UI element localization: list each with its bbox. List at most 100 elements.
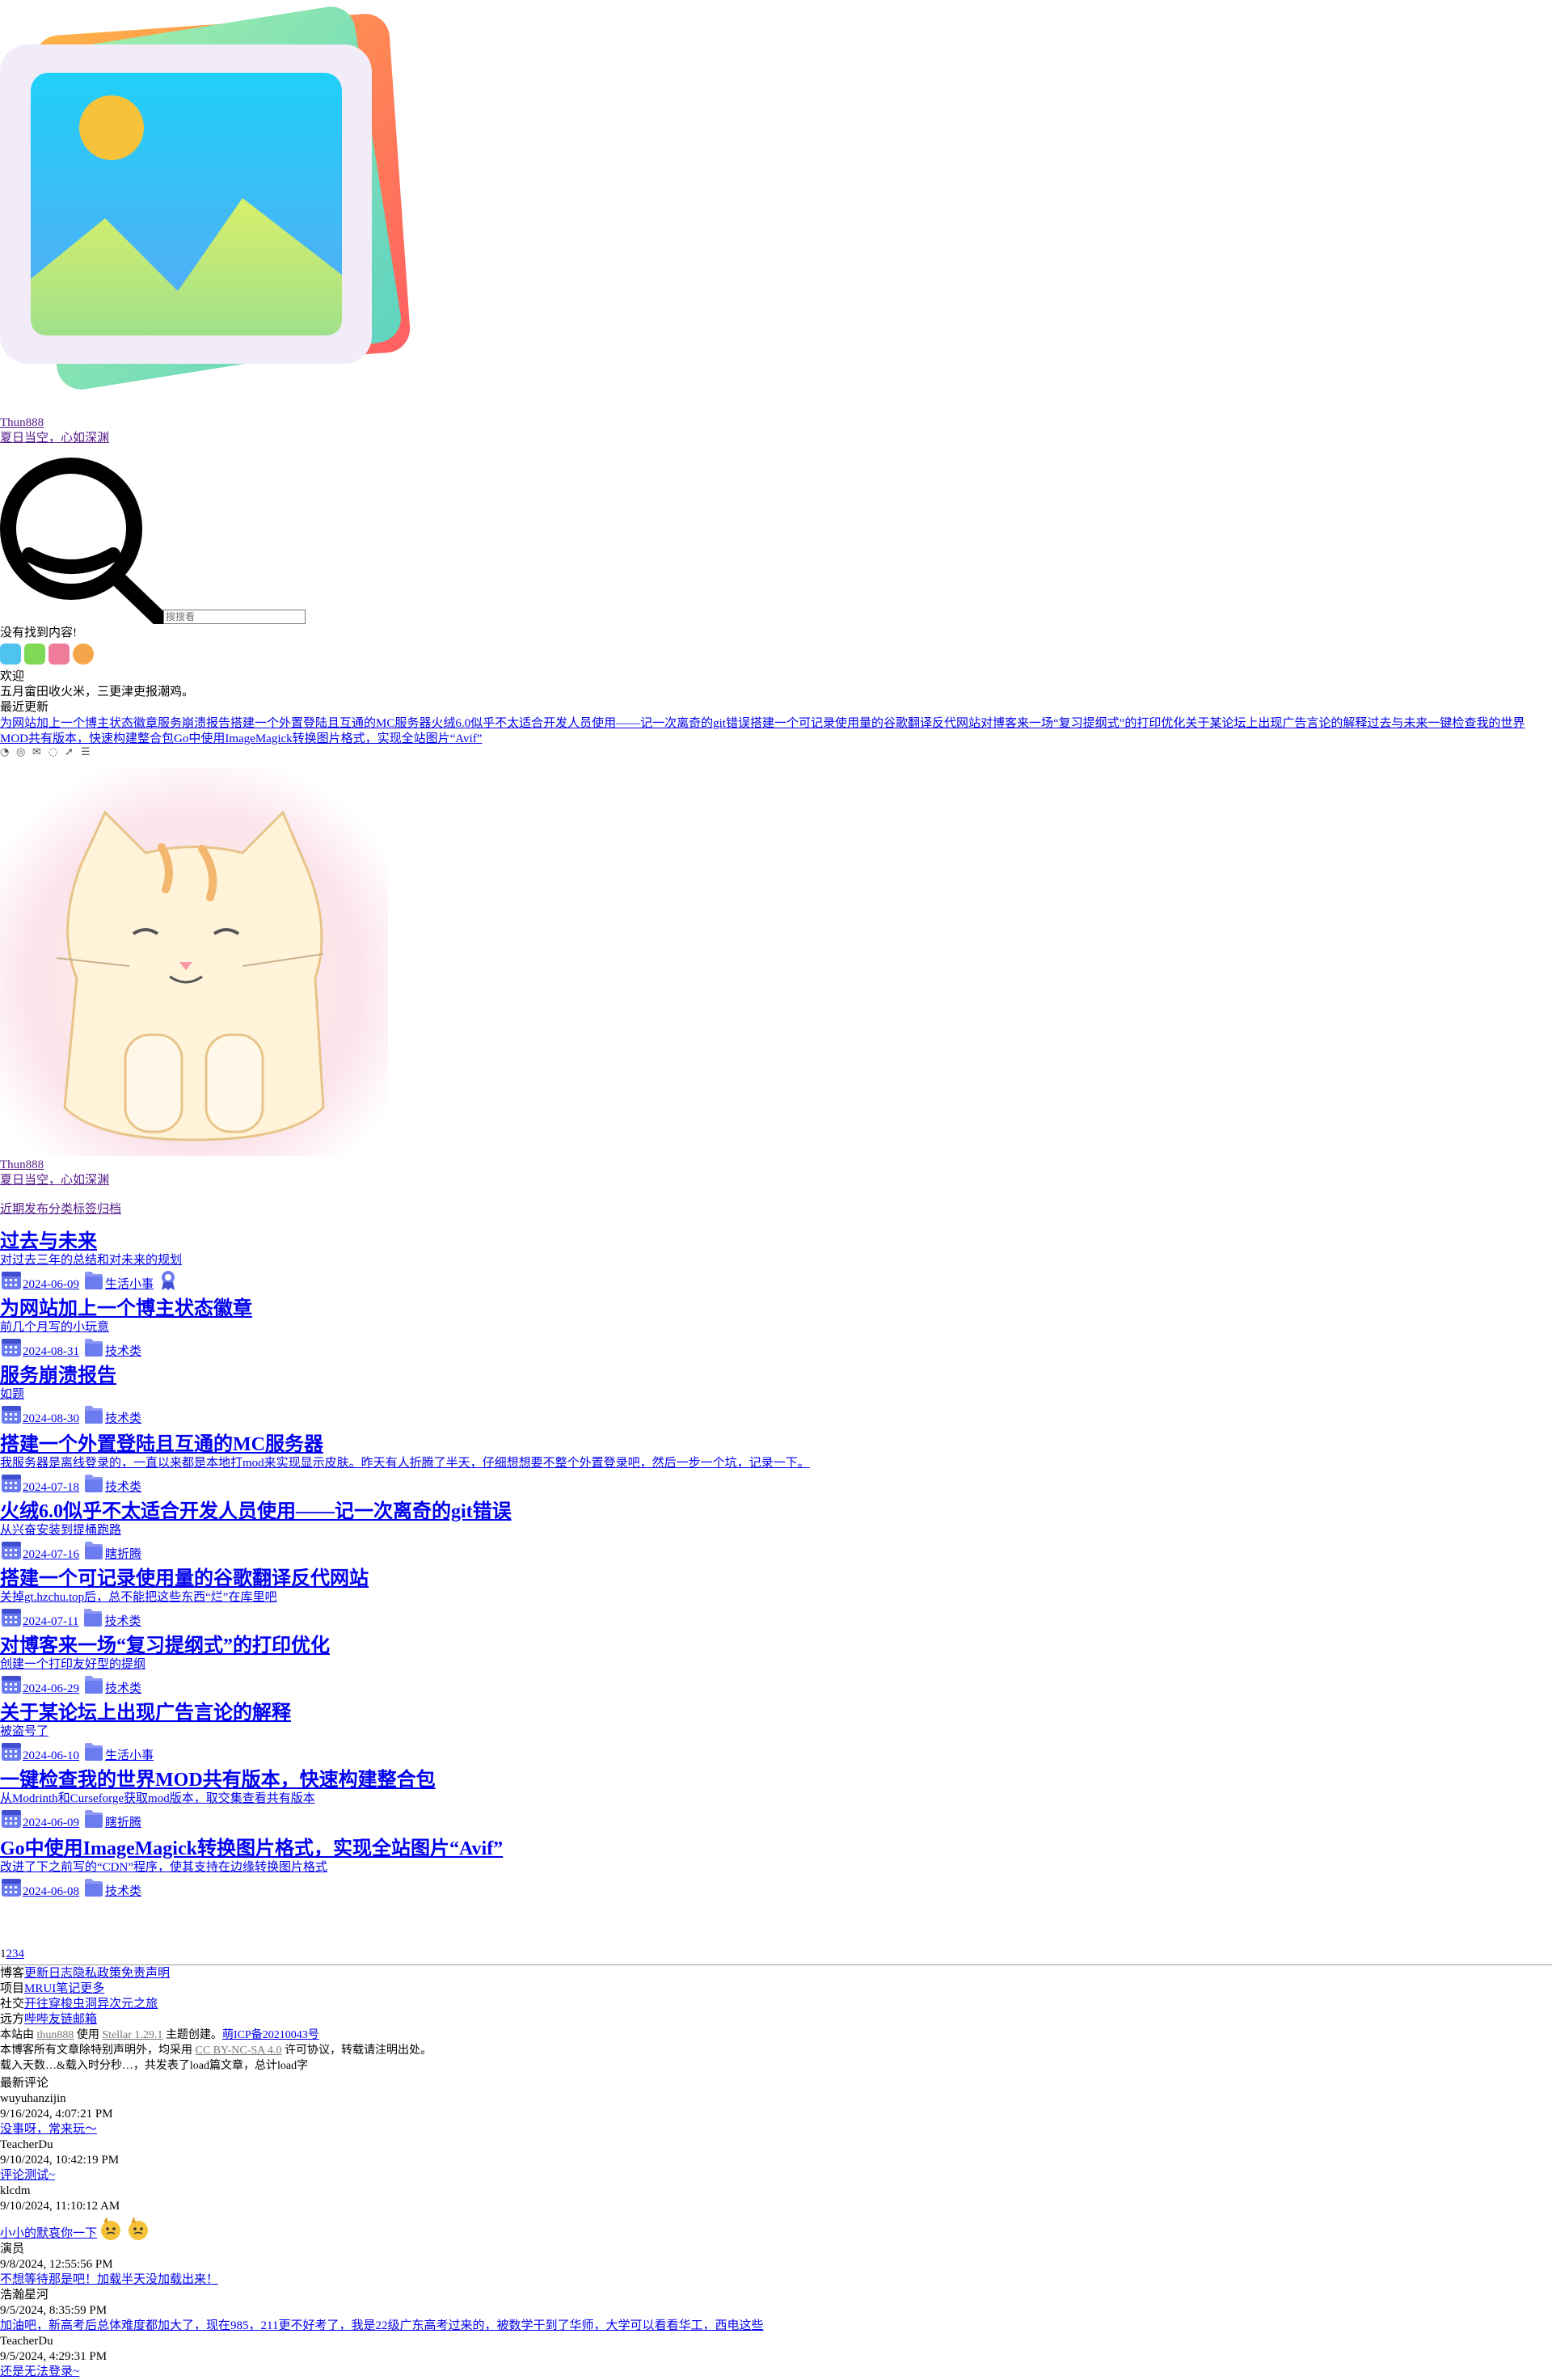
author-link[interactable]: thun888 (37, 2029, 74, 2041)
tab-categories[interactable]: 分类 (48, 1203, 73, 1216)
post-description[interactable]: 创建一个打印友好型的提纲 (0, 1657, 1552, 1673)
footer-link[interactable]: 穿梭 (48, 1998, 73, 2011)
footer-link[interactable]: 哔哔 (24, 2013, 48, 2026)
footer-link[interactable]: 异次元之旅 (97, 1998, 158, 2011)
comment-text[interactable]: 没事呀，常来玩～ (0, 2123, 97, 2136)
page-number[interactable]: 2 (6, 1947, 13, 1960)
post-description[interactable]: 如题 (0, 1387, 1552, 1403)
tab-archive[interactable]: 归档 (97, 1203, 121, 1216)
footer-link[interactable]: 邮箱 (73, 2013, 97, 2026)
post-category[interactable]: 瞎折腾 (105, 1548, 141, 1561)
post-card[interactable]: Go中使用ImageMagick转换图片格式，实现全站图片“Avif” 改进了下之… (0, 1838, 1552, 1898)
recent-update-link[interactable]: 对博客来一场“复习提纲式”的打印优化 (981, 717, 1185, 730)
post-card[interactable]: 一键检查我的世界MOD共有版本，快速构建整合包 从Modrinth和Cursefo… (0, 1769, 1552, 1829)
post-description[interactable]: 关掉gt.hzchu.top后，总不能把这些东西“烂”在库里吧 (0, 1590, 1552, 1606)
post-date[interactable]: 2024-06-09 (23, 1278, 79, 1291)
rss-icon[interactable]: ◔ (0, 747, 11, 758)
post-date[interactable]: 2024-08-30 (23, 1412, 79, 1425)
post-card[interactable]: 为网站加上一个博主状态徽章 前几个月写的小玩意 2024-08-31 技术类 (0, 1298, 1552, 1358)
footer-link[interactable]: 更新日志 (24, 1967, 73, 1980)
recent-update-link[interactable]: 服务崩溃报告 (158, 717, 230, 730)
page-number[interactable]: 1 (0, 1947, 6, 1960)
post-date[interactable]: 2024-07-11 (23, 1615, 78, 1628)
theme-link[interactable]: Stellar 1.29.1 (102, 2029, 162, 2041)
license-link[interactable]: CC BY-NC-SA 4.0 (196, 2045, 282, 2057)
post-title-link[interactable]: 对博客来一场“复习提纲式”的打印优化 (0, 1635, 330, 1656)
github-icon[interactable]: ◎ (16, 747, 27, 758)
post-description[interactable]: 从Modrinth和Curseforge获取mod版本，取交集查看共有版本 (0, 1791, 1552, 1807)
search-input[interactable] (163, 610, 306, 624)
post-description[interactable]: 前几个月写的小玩意 (0, 1320, 1552, 1336)
post-category[interactable]: 技术类 (105, 1885, 141, 1898)
page-number[interactable]: 4 (19, 1947, 25, 1960)
recent-update-link[interactable]: 关于某论坛上出现广告言论的解释 (1185, 717, 1367, 730)
main-site-title-link[interactable]: Thun888 (0, 1158, 109, 1173)
comment-text[interactable]: 小小的默哀你一下 (0, 2227, 97, 2240)
footer-link[interactable]: 笔记 (56, 1982, 80, 1995)
comment-text[interactable]: 加油吧，新高考后总体难度都加大了，现在985，211更不好考了，我是22级广东高… (0, 2319, 763, 2332)
notes-nav-icon[interactable] (24, 644, 45, 665)
recent-update-link[interactable]: 过去与未来 (1367, 717, 1428, 730)
footer-link[interactable]: 免责声明 (121, 1967, 170, 1980)
icp-link[interactable]: 萌ICP备20210043号 (222, 2029, 319, 2041)
post-date[interactable]: 2024-07-18 (23, 1481, 79, 1494)
search-icon[interactable] (0, 458, 163, 624)
post-category[interactable]: 技术类 (105, 1345, 141, 1358)
post-title-link[interactable]: 搭建一个外置登陆且互通的MC服务器 (0, 1434, 323, 1455)
tab-recent[interactable]: 近期发布 (0, 1203, 48, 1216)
post-description[interactable]: 改进了下之前写的“CDN”程序，使其支持在边缘转换图片格式 (0, 1860, 1552, 1876)
post-title-link[interactable]: 关于某论坛上出现广告言论的解释 (0, 1703, 291, 1724)
post-title-link[interactable]: Go中使用ImageMagick转换图片格式，实现全站图片“Avif” (0, 1838, 503, 1859)
list-icon[interactable]: ☰ (81, 747, 92, 758)
blog-nav-icon[interactable] (0, 644, 21, 665)
comment-text[interactable]: 还是无法登录~ (0, 2365, 79, 2378)
post-card[interactable]: 搭建一个外置登陆且互通的MC服务器 我服务器是离线登录的，一直以来都是本地打mod… (0, 1433, 1552, 1494)
post-title-link[interactable]: 火绒6.0似乎不太适合开发人员使用——记一次离奇的git错误 (0, 1501, 512, 1522)
post-category[interactable]: 技术类 (105, 1682, 141, 1695)
recent-update-link[interactable]: Go中使用ImageMagick转换图片格式，实现全站图片“Avif” (174, 732, 482, 745)
post-description[interactable]: 从兴奋安装到提桶跑路 (0, 1523, 1552, 1538)
planet-nav-icon[interactable] (73, 644, 94, 665)
post-card[interactable]: 过去与未来 对过去三年的总结和对未来的规划 2024-06-09 生活小事 (0, 1230, 1552, 1291)
recent-update-link[interactable]: 为网站加上一个博主状态徽章 (0, 717, 158, 730)
post-title-link[interactable]: 一键检查我的世界MOD共有版本，快速构建整合包 (0, 1770, 436, 1791)
post-card[interactable]: 搭建一个可记录使用量的谷歌翻译反代网站 关掉gt.hzchu.top后，总不能把这… (0, 1568, 1552, 1628)
footer-link[interactable]: MRUI (24, 1982, 56, 1995)
post-category[interactable]: 技术类 (105, 1412, 141, 1425)
post-date[interactable]: 2024-07-16 (23, 1548, 79, 1561)
comment-text[interactable]: 评论测试~ (0, 2169, 55, 2182)
post-date[interactable]: 2024-06-09 (23, 1817, 79, 1829)
post-card[interactable]: 对博客来一场“复习提纲式”的打印优化 创建一个打印友好型的提纲 2024-06-29… (0, 1635, 1552, 1695)
tab-tags[interactable]: 标签 (73, 1203, 97, 1216)
qq-icon[interactable]: ◌ (48, 747, 60, 758)
comment-text[interactable]: 不想等待那是吧！加载半天没加载出来！ (0, 2273, 218, 2286)
telegram-icon[interactable]: ➚ (65, 747, 76, 758)
post-description[interactable]: 对过去三年的总结和对未来的规划 (0, 1253, 1552, 1268)
post-category[interactable]: 技术类 (104, 1615, 141, 1628)
footer-link[interactable]: 开往 (24, 1998, 48, 2011)
post-date[interactable]: 2024-06-08 (23, 1885, 79, 1898)
recent-update-link[interactable]: 搭建一个外置登陆且互通的MC服务器 (230, 717, 431, 730)
friends-nav-icon[interactable] (48, 644, 70, 665)
post-card[interactable]: 火绒6.0似乎不太适合开发人员使用——记一次离奇的git错误 从兴奋安装到提桶跑路… (0, 1500, 1552, 1561)
post-category[interactable]: 生活小事 (105, 1278, 154, 1291)
recent-update-link[interactable]: 火绒6.0似乎不太适合开发人员使用——记一次离奇的git错误 (431, 717, 750, 730)
post-card[interactable]: 关于某论坛上出现广告言论的解释 被盗号了 2024-06-10 生活小事 (0, 1702, 1552, 1762)
page-number[interactable]: 3 (12, 1947, 19, 1960)
post-card[interactable]: 服务崩溃报告 如题 2024-08-30 技术类 (0, 1365, 1552, 1425)
post-title-link[interactable]: 为网站加上一个博主状态徽章 (0, 1298, 252, 1319)
post-date[interactable]: 2024-08-31 (23, 1345, 79, 1358)
post-date[interactable]: 2024-06-10 (23, 1749, 79, 1762)
site-tagline-link[interactable]: 夏日当空，心如深渊 (0, 431, 109, 446)
post-category[interactable]: 技术类 (105, 1481, 141, 1494)
post-title-link[interactable]: 过去与未来 (0, 1231, 97, 1252)
post-category[interactable]: 生活小事 (105, 1749, 154, 1762)
footer-link[interactable]: 虫洞 (73, 1998, 97, 2011)
recent-update-link[interactable]: 搭建一个可记录使用量的谷歌翻译反代网站 (750, 717, 981, 730)
footer-link[interactable]: 更多 (80, 1982, 104, 1995)
mail-icon[interactable]: ✉ (32, 747, 44, 758)
main-site-tagline-link[interactable]: 夏日当空，心如深渊 (0, 1173, 109, 1188)
post-description[interactable]: 我服务器是离线登录的，一直以来都是本地打mod来实现显示皮肤。昨天有人折腾了半天… (0, 1456, 1552, 1471)
footer-link[interactable]: 隐私政策 (73, 1967, 121, 1980)
post-title-link[interactable]: 搭建一个可记录使用量的谷歌翻译反代网站 (0, 1568, 369, 1589)
